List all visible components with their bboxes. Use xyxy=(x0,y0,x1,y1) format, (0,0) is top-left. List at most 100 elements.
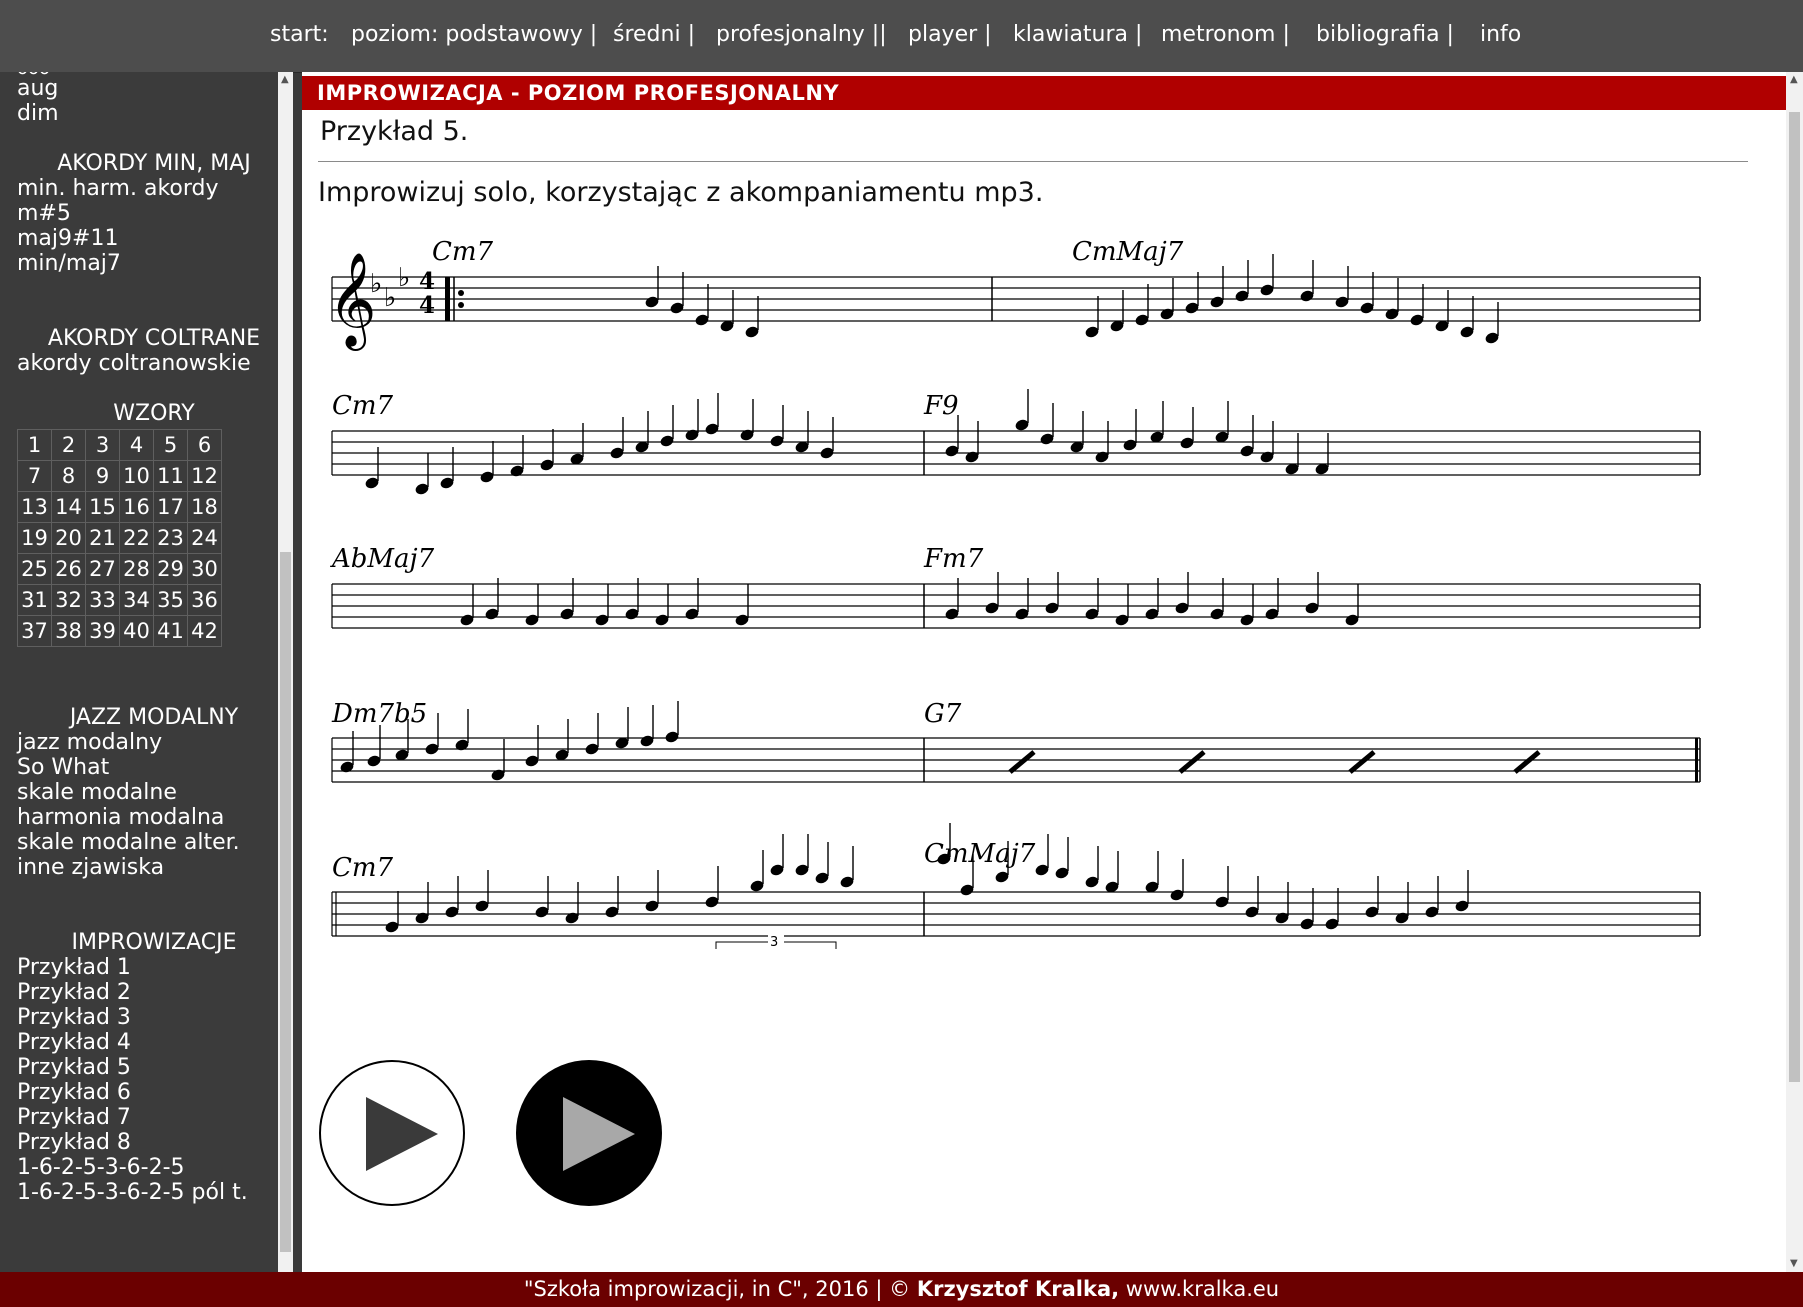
nav-player[interactable]: player | xyxy=(908,22,992,47)
scroll-up-icon[interactable]: ▲ xyxy=(281,74,289,85)
sidebar: ooo aug dim AKORDY MIN, MAJ min. harm. a… xyxy=(0,72,278,1272)
sidebar-link-przyklad-4[interactable]: Przykład 4 xyxy=(17,1030,131,1055)
wzory-cell[interactable]: 12 xyxy=(187,460,222,492)
scroll-up-icon[interactable]: ▲ xyxy=(1790,74,1798,85)
wzory-cell[interactable]: 24 xyxy=(187,522,222,554)
sidebar-link-inne-zjawiska[interactable]: inne zjawiska xyxy=(17,855,164,880)
play-button-filled[interactable] xyxy=(515,1059,663,1207)
sidebar-link-skale-modalne-alter[interactable]: skale modalne alter. xyxy=(17,830,240,855)
wzory-cell[interactable]: 14 xyxy=(51,491,86,523)
wzory-cell[interactable]: 21 xyxy=(85,522,120,554)
chord-symbol: AbMaj7 xyxy=(330,544,435,574)
wzory-cell[interactable]: 6 xyxy=(187,429,222,461)
sidebar-vertical-scroll-thumb[interactable] xyxy=(280,552,291,1252)
chord-symbol: CmMaj7 xyxy=(924,839,1036,869)
wzory-cell[interactable]: 33 xyxy=(85,584,120,616)
sidebar-link-przyklad-2[interactable]: Przykład 2 xyxy=(17,980,131,1005)
wzory-cell[interactable]: 40 xyxy=(119,615,154,647)
sidebar-link-min-harm[interactable]: min. harm. akordy xyxy=(17,176,219,201)
instruction-text: Improwizuj solo, korzystając z akompania… xyxy=(318,177,1044,208)
page-banner: IMPROWIZACJA - POZIOM PROFESJONALNY xyxy=(302,76,1786,110)
sidebar-link-przyklad-8[interactable]: Przykład 8 xyxy=(17,1130,131,1155)
sidebar-link-m-sharp5[interactable]: m#5 xyxy=(17,201,71,226)
wzory-cell[interactable]: 42 xyxy=(187,615,222,647)
sidebar-link-aug[interactable]: aug xyxy=(17,76,58,101)
wzory-cell[interactable]: 17 xyxy=(153,491,188,523)
wzory-cell[interactable]: 38 xyxy=(51,615,86,647)
wzory-cell[interactable]: 15 xyxy=(85,491,120,523)
main-content: IMPROWIZACJA - POZIOM PROFESJONALNY Przy… xyxy=(302,72,1786,1272)
wzory-cell[interactable]: 18 xyxy=(187,491,222,523)
wzory-cell[interactable]: 31 xyxy=(17,584,52,616)
nav-bibliography[interactable]: bibliografia | xyxy=(1316,22,1454,47)
nav-info[interactable]: info xyxy=(1480,22,1521,47)
sidebar-link-przyklad-1[interactable]: Przykład 1 xyxy=(17,955,131,980)
sidebar-vertical-scrollbar[interactable]: ▲ xyxy=(278,72,293,1272)
sidebar-link-skale-modalne[interactable]: skale modalne xyxy=(17,780,177,805)
notes xyxy=(340,254,1541,933)
wzory-cell[interactable]: 13 xyxy=(17,491,52,523)
wzory-cell[interactable]: 22 xyxy=(119,522,154,554)
main-scroll-thumb[interactable] xyxy=(1789,112,1800,1082)
sidebar-link-przyklad-6[interactable]: Przykład 6 xyxy=(17,1080,131,1105)
chord-symbol: F9 xyxy=(923,391,959,421)
sidebar-link-progression-1[interactable]: 1-6-2-5-3-6-2-5 xyxy=(17,1155,185,1180)
wzory-cell[interactable]: 23 xyxy=(153,522,188,554)
wzory-cell[interactable]: 5 xyxy=(153,429,188,461)
wzory-cell[interactable]: 16 xyxy=(119,491,154,523)
wzory-cell[interactable]: 1 xyxy=(17,429,52,461)
sidebar-link-so-what[interactable]: So What xyxy=(17,755,109,780)
sheet-music-score: Cm7 CmMaj7Cm7 F9AbMaj7 Fm7Dm7b5 G7Cm7 CmMaj7 … xyxy=(328,237,1701,950)
sidebar-link-maj9-sharp11[interactable]: maj9#11 xyxy=(17,226,118,251)
wzory-cell[interactable]: 36 xyxy=(187,584,222,616)
wzory-cell[interactable]: 20 xyxy=(51,522,86,554)
sidebar-link-coltrane[interactable]: akordy coltranowskie xyxy=(17,351,251,376)
wzory-cell[interactable]: 7 xyxy=(17,460,52,492)
main-vertical-scrollbar[interactable]: ▲ ▼ xyxy=(1786,72,1803,1272)
nav-start: start: xyxy=(270,22,329,47)
svg-text:♭: ♭ xyxy=(398,263,410,293)
final-barline xyxy=(1695,738,1698,782)
wzory-cell[interactable]: 39 xyxy=(85,615,120,647)
wzory-cell[interactable]: 30 xyxy=(187,553,222,585)
nav-level-professional[interactable]: profesjonalny || xyxy=(716,22,887,47)
sidebar-link-przyklad-3[interactable]: Przykład 3 xyxy=(17,1005,131,1030)
play-button-outline[interactable] xyxy=(318,1059,466,1207)
wzory-cell[interactable]: 35 xyxy=(153,584,188,616)
wzory-cell[interactable]: 28 xyxy=(119,553,154,585)
wzory-cell[interactable]: 27 xyxy=(85,553,120,585)
nav-metronome[interactable]: metronom | xyxy=(1161,22,1290,47)
wzory-cell[interactable]: 29 xyxy=(153,553,188,585)
wzory-cell[interactable]: 26 xyxy=(51,553,86,585)
wzory-cell[interactable]: 34 xyxy=(119,584,154,616)
sidebar-link-harmonia-modalna[interactable]: harmonia modalna xyxy=(17,805,224,830)
wzory-cell[interactable]: 9 xyxy=(85,460,120,492)
nav-keyboard[interactable]: klawiatura | xyxy=(1013,22,1142,47)
wzory-cell[interactable]: 41 xyxy=(153,615,188,647)
chord-symbol: Cm7 xyxy=(432,237,494,267)
time-signature-bottom: 4 xyxy=(419,292,435,319)
footer-site-link[interactable]: www.kralka.eu xyxy=(1119,1277,1279,1301)
nav-level-basic[interactable]: poziom: podstawowy | xyxy=(351,22,597,47)
wzory-cell[interactable]: 10 xyxy=(119,460,154,492)
wzory-cell[interactable]: 3 xyxy=(85,429,120,461)
wzory-cell[interactable]: 19 xyxy=(17,522,52,554)
svg-text:♭: ♭ xyxy=(370,269,382,299)
wzory-cell[interactable]: 37 xyxy=(17,615,52,647)
sidebar-link-min-maj7[interactable]: min/maj7 xyxy=(17,251,121,276)
wzory-cell[interactable]: 11 xyxy=(153,460,188,492)
wzory-cell[interactable]: 8 xyxy=(51,460,86,492)
sidebar-link-przyklad-7[interactable]: Przykład 7 xyxy=(17,1105,131,1130)
sidebar-link-progression-2[interactable]: 1-6-2-5-3-6-2-5 pól t. xyxy=(17,1180,248,1205)
nav-level-medium[interactable]: średni | xyxy=(613,22,695,47)
wzory-cell[interactable]: 32 xyxy=(51,584,86,616)
wzory-cell[interactable]: 2 xyxy=(51,429,86,461)
sidebar-link-przyklad-5[interactable]: Przykład 5 xyxy=(17,1055,131,1080)
wzory-cell[interactable]: 25 xyxy=(17,553,52,585)
wzory-cell[interactable]: 4 xyxy=(119,429,154,461)
scroll-down-icon[interactable]: ▼ xyxy=(1790,1258,1798,1269)
sidebar-link-jazz-modalny[interactable]: jazz modalny xyxy=(17,730,162,755)
sidebar-link-dim[interactable]: dim xyxy=(17,101,59,126)
tuplet-number: 3 xyxy=(770,935,778,950)
chord-symbol: Fm7 xyxy=(923,544,984,574)
